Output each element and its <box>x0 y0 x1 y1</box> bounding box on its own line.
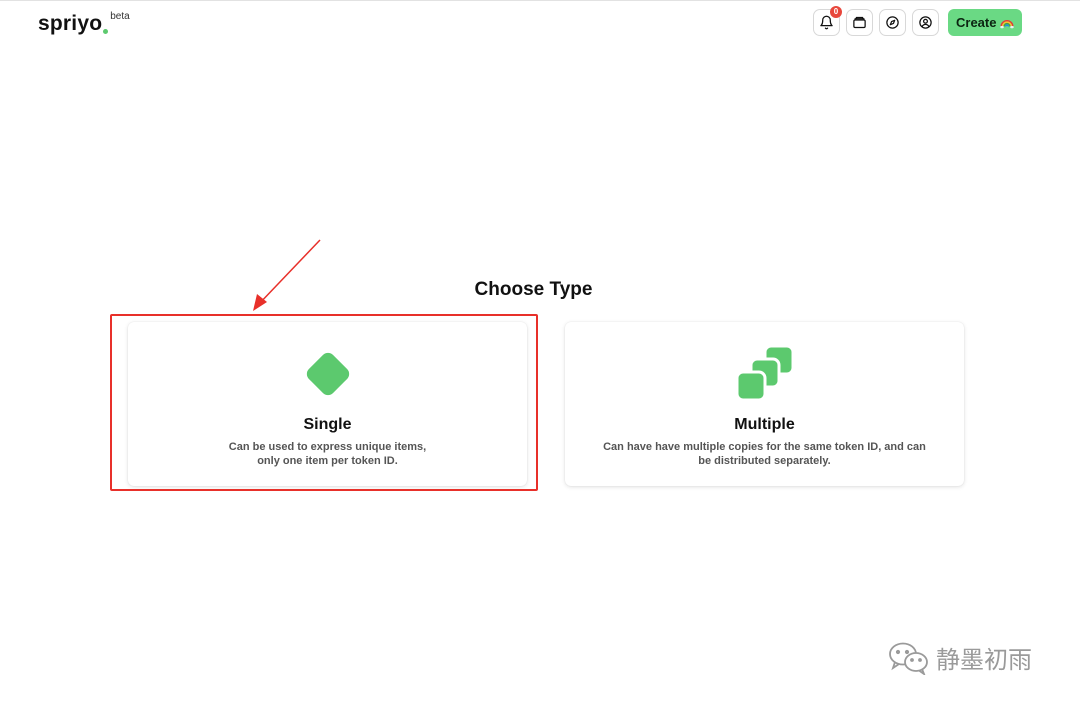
bell-icon <box>820 15 833 30</box>
card-title: Multiple <box>734 416 795 433</box>
create-button[interactable]: Create <box>948 9 1023 36</box>
create-button-label: Create <box>956 15 997 30</box>
watermark-text: 静墨初雨 <box>936 646 1032 674</box>
notification-count-badge: 0 <box>830 6 842 18</box>
multiple-type-card[interactable]: Multiple Can have have multiple copies f… <box>565 322 964 486</box>
wallet-button[interactable] <box>846 9 873 36</box>
page-title: Choose Type <box>474 279 593 300</box>
card-description: Can have have multiple copies for the sa… <box>585 440 944 468</box>
logo-text: spriyo <box>38 12 103 35</box>
user-circle-icon <box>919 16 932 29</box>
card-description-line: be distributed separately. <box>698 455 831 467</box>
card-description-line: Can have have multiple copies for the sa… <box>603 441 926 453</box>
header-actions: 0 Create <box>813 6 1023 36</box>
rainbow-emoji-icon <box>1000 19 1015 28</box>
annotation-highlight-box <box>110 314 538 491</box>
page: spriyo beta 0 Create Choose Type Single … <box>0 0 1080 708</box>
wallet-icon <box>853 16 866 29</box>
wechat-icon <box>889 642 928 675</box>
beta-badge: beta <box>110 11 130 22</box>
logo-dot <box>103 29 109 34</box>
logo[interactable]: spriyo beta <box>38 11 130 36</box>
top-divider <box>0 0 1080 1</box>
watermark: 静墨初雨 <box>888 640 1032 675</box>
stacked-squares-icon <box>735 344 794 402</box>
compass-icon <box>886 16 899 29</box>
notifications-button[interactable]: 0 <box>813 6 842 36</box>
profile-button[interactable] <box>912 9 939 36</box>
annotation-arrow-icon <box>253 239 321 311</box>
explore-button[interactable] <box>879 9 906 36</box>
